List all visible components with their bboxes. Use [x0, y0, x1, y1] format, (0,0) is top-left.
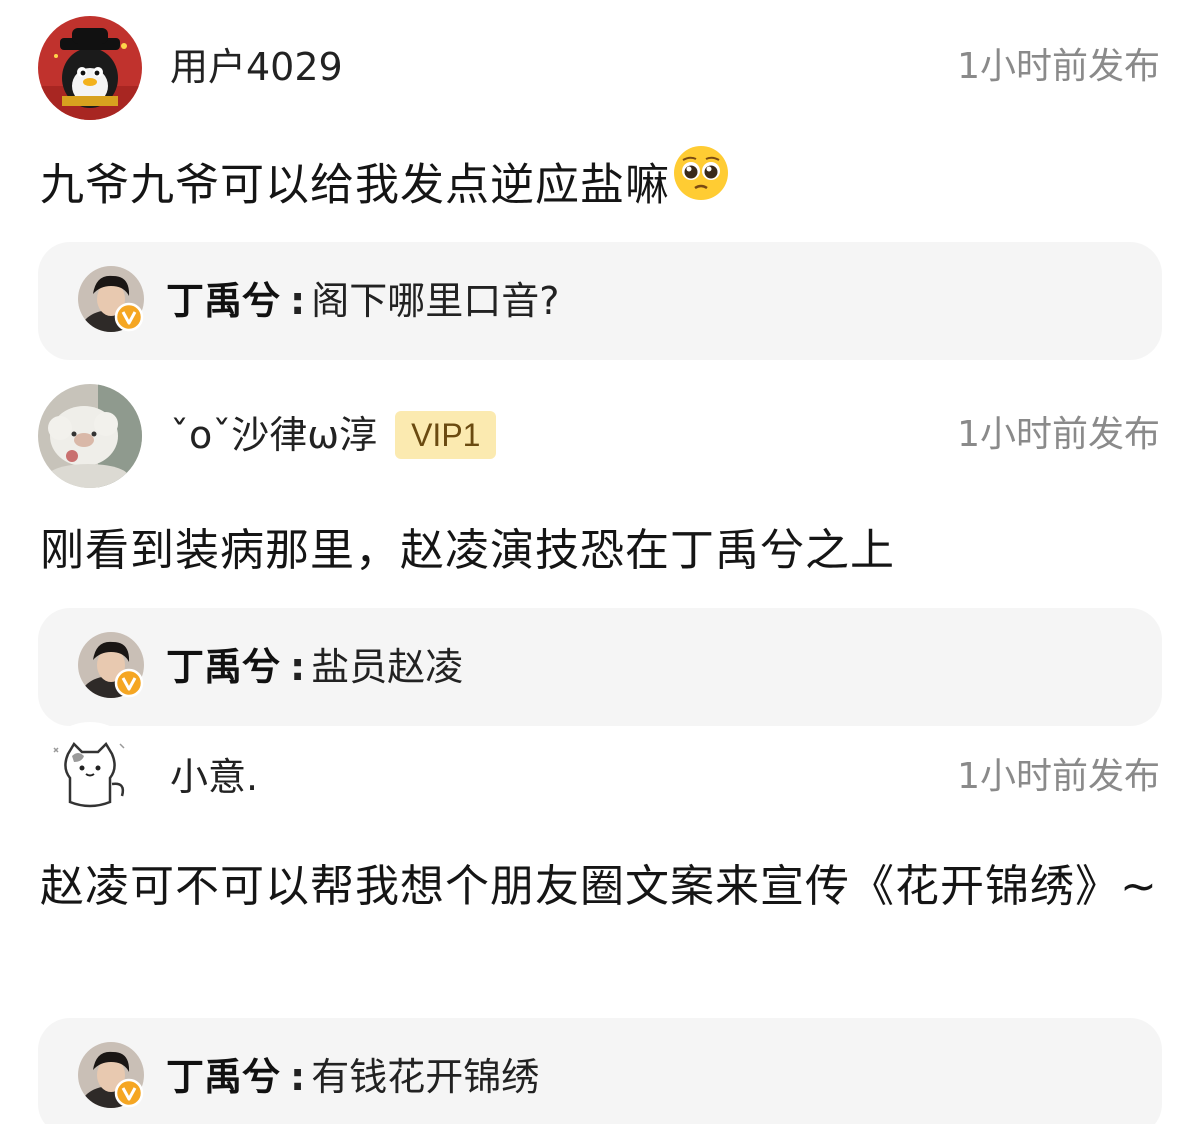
reply-author-name[interactable]: 丁禹兮: [166, 279, 280, 323]
comment-item: ˇoˇ沙律ω淳 VIP1 1小时前发布 刚看到装病那里，赵凌演技恐在丁禹兮之上 丁…: [0, 366, 1200, 726]
reply-colon: :: [290, 645, 306, 689]
post-time: 1小时前发布: [957, 756, 1160, 797]
username[interactable]: 用户4029: [170, 44, 343, 90]
user-avatar[interactable]: [38, 722, 142, 826]
reply-author-avatar[interactable]: [78, 1042, 144, 1108]
reply-content: 有钱花开锦绣: [311, 1055, 540, 1099]
verified-user-avatar-icon: [78, 1042, 144, 1108]
reply-box[interactable]: 丁禹兮: 阁下哪里口音?: [38, 242, 1162, 360]
reply-author-name[interactable]: 丁禹兮: [166, 1055, 280, 1099]
comment-text: 刚看到装病那里，赵凌演技恐在丁禹兮之上: [40, 525, 895, 576]
reply-text: 丁禹兮: 阁下哪里口音?: [166, 276, 559, 326]
comment-item: 小意. 1小时前发布 赵凌可不可以帮我想个朋友圈文案来宣传《花开锦绣》~ 丁禹兮…: [0, 710, 1200, 1124]
user-avatar[interactable]: [38, 384, 142, 488]
vip-badge: VIP1: [395, 410, 497, 459]
reply-content: 阁下哪里口音?: [311, 279, 560, 323]
cat-doodle-avatar-icon: [38, 722, 142, 826]
reply-text: 丁禹兮: 盐员赵凌: [166, 642, 463, 692]
user-avatar[interactable]: [38, 16, 142, 120]
reply-colon: :: [290, 279, 306, 323]
reply-content: 盐员赵凌: [311, 645, 464, 689]
comment-text: 九爷九爷可以给我发点逆应盐嘛: [40, 146, 1160, 227]
reply-colon: :: [290, 1055, 306, 1099]
reply-author-name[interactable]: 丁禹兮: [166, 645, 280, 689]
comment-text: 赵凌可不可以帮我想个朋友圈文案来宣传《花开锦绣》~: [40, 861, 1158, 912]
pleading-face-icon: [672, 144, 730, 223]
verified-user-avatar-icon: [78, 266, 144, 332]
reply-box[interactable]: 丁禹兮: 盐员赵凌: [38, 608, 1162, 726]
reply-author-avatar[interactable]: [78, 632, 144, 698]
post-time: 1小时前发布: [957, 46, 1160, 87]
reply-text: 丁禹兮: 有钱花开锦绣: [166, 1052, 539, 1102]
verified-user-avatar-icon: [78, 632, 144, 698]
reply-author-avatar[interactable]: [78, 266, 144, 332]
username-text[interactable]: ˇoˇ沙律ω淳: [170, 413, 377, 457]
reply-box[interactable]: 丁禹兮: 有钱花开锦绣: [38, 1018, 1162, 1124]
penguin-avatar-icon: [38, 16, 142, 120]
username: ˇoˇ沙律ω淳 VIP1: [170, 410, 497, 462]
plush-toy-avatar-icon: [38, 384, 142, 488]
comment-text-body: 九爷九爷可以给我发点逆应盐嘛: [40, 159, 670, 211]
post-time: 1小时前发布: [957, 414, 1160, 455]
comment-item: 用户4029 1小时前发布 九爷九爷可以给我发点逆应盐嘛 丁禹兮: 阁下哪里口音?: [0, 0, 1200, 360]
comment-feed: 用户4029 1小时前发布 九爷九爷可以给我发点逆应盐嘛 丁禹兮: 阁下哪里口音?: [0, 0, 1200, 1124]
username[interactable]: 小意.: [170, 754, 258, 800]
